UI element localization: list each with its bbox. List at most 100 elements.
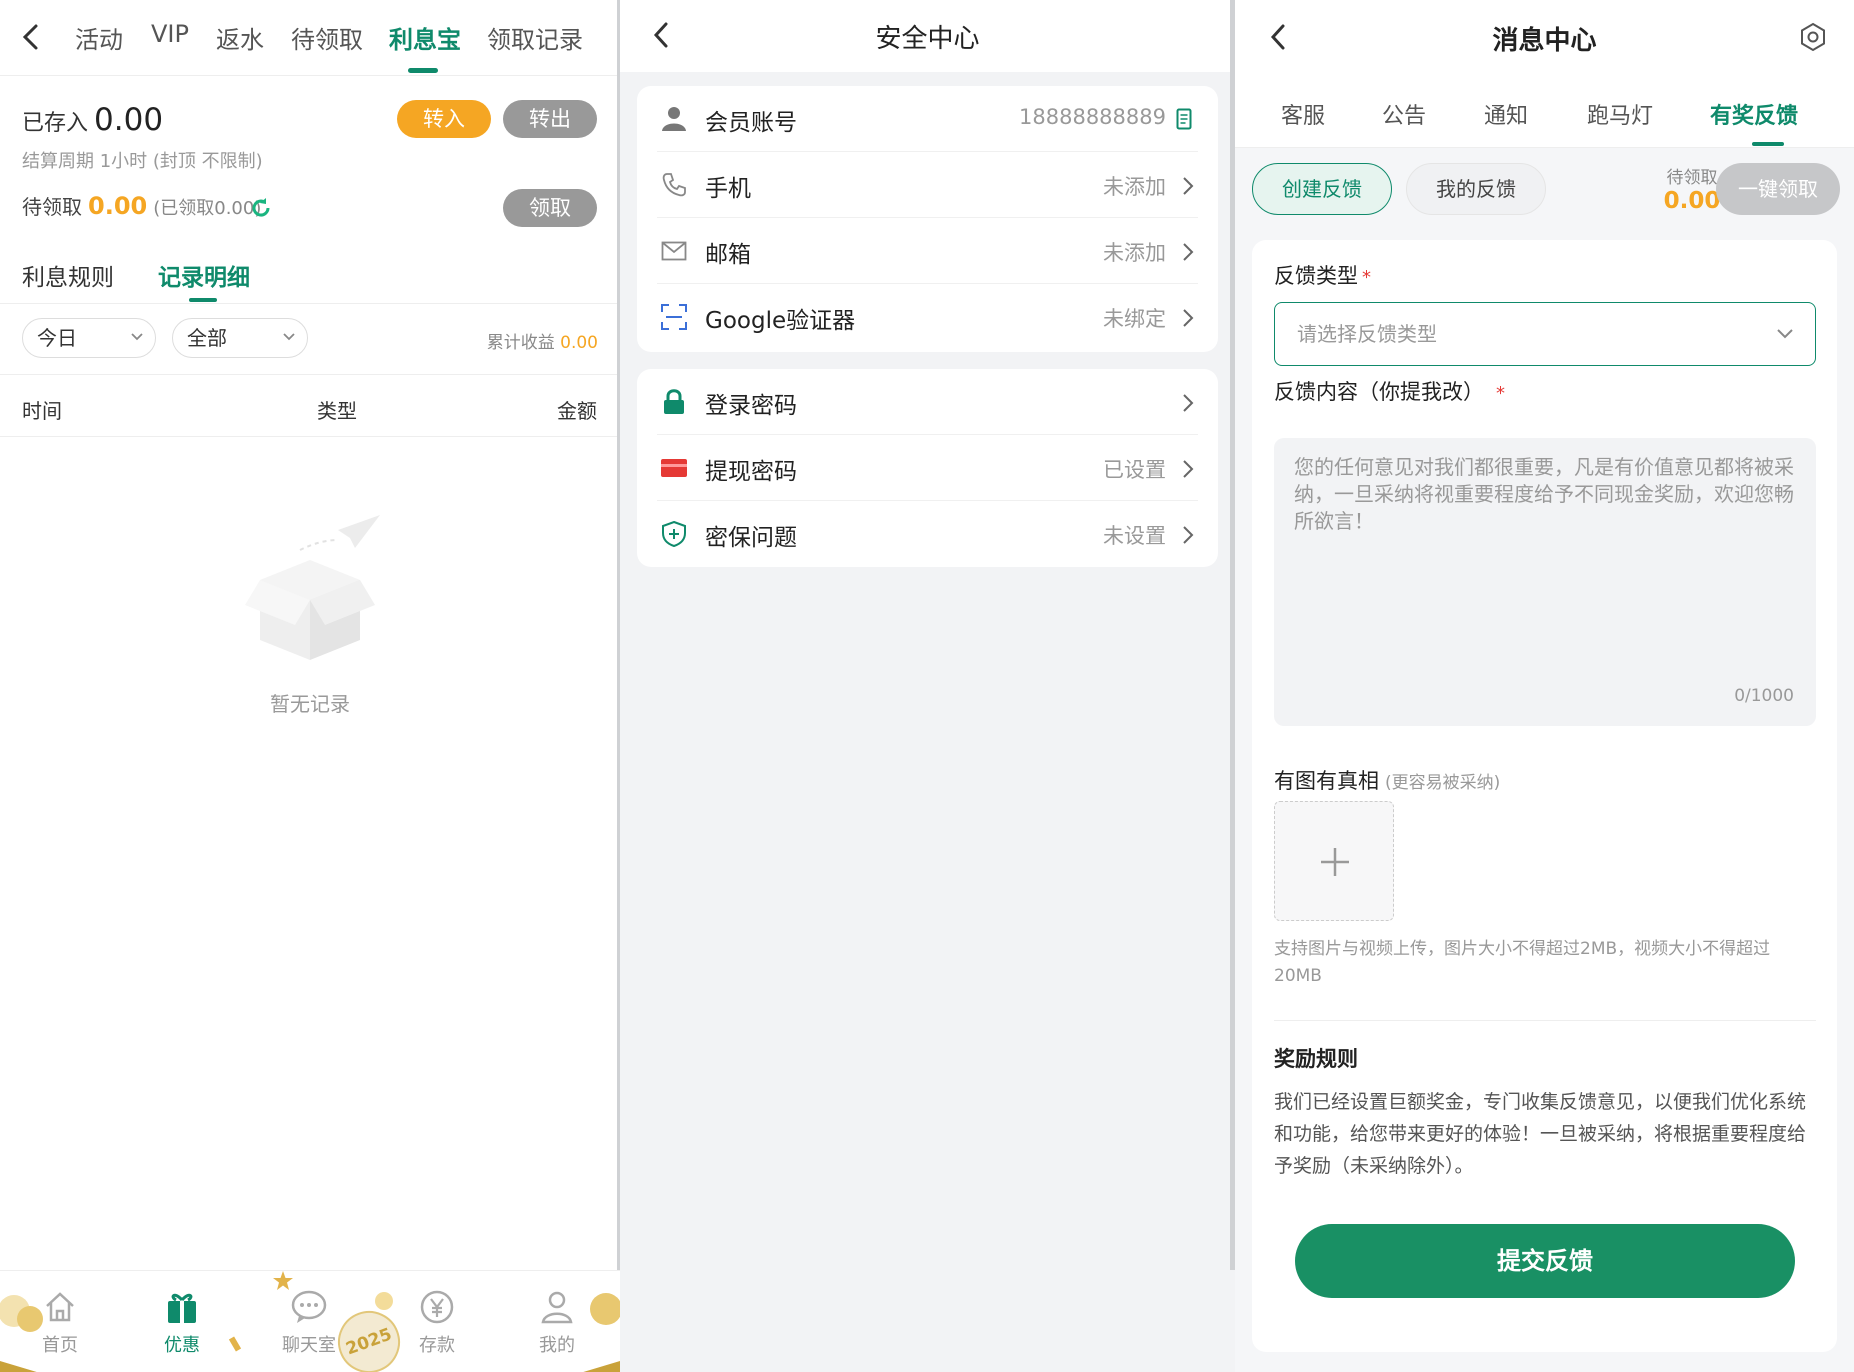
- sparkle-icon: [375, 1292, 393, 1310]
- row-value: 未设置: [1103, 524, 1166, 548]
- active-tab-indicator: [1752, 142, 1784, 146]
- nav-deposit[interactable]: 存款: [402, 1289, 472, 1357]
- mail-icon: [661, 241, 687, 261]
- feedback-type-label: 反馈类型 *: [1274, 260, 1371, 290]
- label-text: 反馈类型: [1274, 264, 1358, 288]
- divider: [0, 303, 620, 304]
- claim-button[interactable]: 领取: [503, 189, 597, 227]
- my-feedback-button[interactable]: 我的反馈: [1406, 163, 1546, 215]
- day-filter-value: 今日: [37, 326, 77, 350]
- nav-promotions[interactable]: 优惠: [147, 1289, 217, 1357]
- settlement-period: 结算周期 1小时 (封顶 不限制): [22, 151, 263, 172]
- row-member-account[interactable]: 会员账号 18888888889: [637, 86, 1218, 152]
- tab-customer-service[interactable]: 客服: [1281, 98, 1325, 130]
- gear-icon[interactable]: [1798, 22, 1828, 52]
- column-amount: 金额: [557, 399, 597, 423]
- tab-rebate[interactable]: 返水: [216, 20, 264, 55]
- type-filter-value: 全部: [187, 326, 227, 350]
- yuan-icon: [420, 1290, 454, 1324]
- card-icon: [661, 459, 687, 477]
- back-arrow-icon[interactable]: [18, 22, 44, 52]
- transfer-in-button[interactable]: 转入: [397, 100, 491, 138]
- tab-reward-feedback[interactable]: 有奖反馈: [1710, 98, 1798, 130]
- tab-announcements[interactable]: 公告: [1382, 98, 1426, 130]
- row-value: 18888888889: [1019, 105, 1166, 129]
- day-filter-select[interactable]: 今日: [22, 318, 156, 358]
- pending-label: 待领取: [22, 195, 82, 219]
- image-upload-box[interactable]: [1274, 801, 1394, 921]
- tab-notifications[interactable]: 通知: [1484, 98, 1528, 130]
- chevron-right-icon: [1183, 460, 1194, 478]
- stored-amount: 已存入 0.00: [22, 102, 163, 138]
- nav-deposit-label: 存款: [419, 1335, 455, 1356]
- header: 消息中心: [1235, 0, 1854, 76]
- select-placeholder: 请选择反馈类型: [1297, 322, 1437, 346]
- stored-value: 0.00: [94, 102, 164, 138]
- required-mark: *: [1496, 383, 1505, 404]
- chevron-down-icon: [283, 333, 295, 341]
- nav-chatroom[interactable]: 聊天室: [274, 1289, 344, 1357]
- security-center-panel: 安全中心 会员账号 18888888889 手机 未添加 邮箱 未添加 Goog…: [620, 0, 1235, 1372]
- lock-icon: [664, 389, 684, 414]
- label-hint: (更容易被采纳): [1385, 773, 1501, 793]
- gift-icon: [168, 1293, 196, 1323]
- tab-claim-records[interactable]: 领取记录: [487, 20, 583, 55]
- message-tab-bar: 客服 公告 通知 跑马灯 有奖反馈: [1235, 76, 1854, 148]
- chevron-right-icon: [1183, 309, 1194, 327]
- textarea-placeholder: 您的任何意见对我们都很重要，凡是有价值意见都将被采纳，一旦采纳将视重要程度给予不…: [1294, 455, 1794, 533]
- chevron-down-icon: [1777, 329, 1793, 339]
- chevron-right-icon: [1183, 177, 1194, 195]
- tab-activity[interactable]: 活动: [75, 20, 123, 55]
- balloon-decoration-icon: [583, 1293, 620, 1372]
- subtab-record-details[interactable]: 记录明细: [158, 258, 250, 292]
- password-card: 登录密码 提现密码 已设置 密保问题 未设置: [637, 369, 1218, 567]
- refresh-icon[interactable]: [249, 196, 273, 220]
- row-login-password[interactable]: 登录密码: [637, 369, 1218, 435]
- chat-icon: [291, 1290, 327, 1323]
- tab-marquee[interactable]: 跑马灯: [1587, 98, 1653, 130]
- page-title: 消息中心: [1492, 26, 1597, 56]
- type-filter-select[interactable]: 全部: [172, 318, 308, 358]
- transfer-out-button[interactable]: 转出: [503, 100, 597, 138]
- row-email[interactable]: 邮箱 未添加: [637, 218, 1218, 284]
- subtab-interest-rules[interactable]: 利息规则: [22, 258, 114, 292]
- row-security-question[interactable]: 密保问题 未设置: [637, 501, 1218, 567]
- feedback-content-textarea[interactable]: 您的任何意见对我们都很重要，凡是有价值意见都将被采纳，一旦采纳将视重要程度给予不…: [1274, 438, 1816, 726]
- label-text: 有图有真相: [1274, 769, 1379, 793]
- row-google-authenticator[interactable]: Google验证器 未绑定: [637, 284, 1218, 350]
- plus-icon: [1321, 848, 1349, 876]
- feedback-type-select[interactable]: 请选择反馈类型: [1274, 302, 1816, 366]
- submit-feedback-button[interactable]: 提交反馈: [1295, 1224, 1795, 1298]
- message-center-panel: 消息中心 客服 公告 通知 跑马灯 有奖反馈 创建反馈 我的反馈 待领取 0.0…: [1235, 0, 1854, 1372]
- subtab-indicator: [189, 298, 217, 302]
- row-phone[interactable]: 手机 未添加: [637, 152, 1218, 218]
- row-label: Google验证器: [705, 308, 856, 334]
- account-card: 会员账号 18888888889 手机 未添加 邮箱 未添加 Google验证器…: [637, 86, 1218, 352]
- claim-all-button[interactable]: 一键领取: [1716, 163, 1840, 215]
- phone-icon: [662, 173, 686, 197]
- promo-tab-bar: 活动 VIP 返水 待领取 利息宝 领取记录: [0, 0, 620, 76]
- label-text: 反馈内容（你提我改）: [1274, 380, 1484, 404]
- shield-icon: [662, 521, 686, 547]
- feedback-form: 反馈类型 * 请选择反馈类型 反馈内容（你提我改） * 您的任何意见对我们都很重要，…: [1252, 240, 1837, 1352]
- interest-panel: 活动 VIP 返水 待领取 利息宝 领取记录 已存入 0.00 转入 转出 结算周…: [0, 0, 620, 1372]
- header: 安全中心: [620, 0, 1235, 72]
- row-label: 邮箱: [705, 242, 751, 268]
- row-label: 密保问题: [705, 525, 797, 551]
- upload-note: 支持图片与视频上传，图片大小不得超过2MB，视频大小不得超过20MB: [1274, 939, 1771, 986]
- tab-pending[interactable]: 待领取: [291, 20, 363, 55]
- create-feedback-button[interactable]: 创建反馈: [1252, 163, 1392, 215]
- tab-vip[interactable]: VIP: [151, 20, 189, 48]
- copy-icon[interactable]: [1176, 108, 1192, 130]
- chevron-down-icon: [131, 333, 143, 341]
- nav-chatroom-label: 聊天室: [282, 1335, 336, 1356]
- total-label: 累计收益: [486, 333, 555, 353]
- empty-box-icon: [245, 515, 380, 660]
- column-type: 类型: [317, 399, 357, 423]
- balloon-decoration-icon: [0, 1295, 43, 1372]
- feedback-content-label: 反馈内容（你提我改） *: [1274, 376, 1505, 406]
- row-withdrawal-password[interactable]: 提现密码 已设置: [637, 435, 1218, 501]
- character-counter: 0/1000: [1734, 686, 1794, 706]
- required-mark: *: [1362, 267, 1371, 288]
- tab-interest[interactable]: 利息宝: [389, 20, 461, 55]
